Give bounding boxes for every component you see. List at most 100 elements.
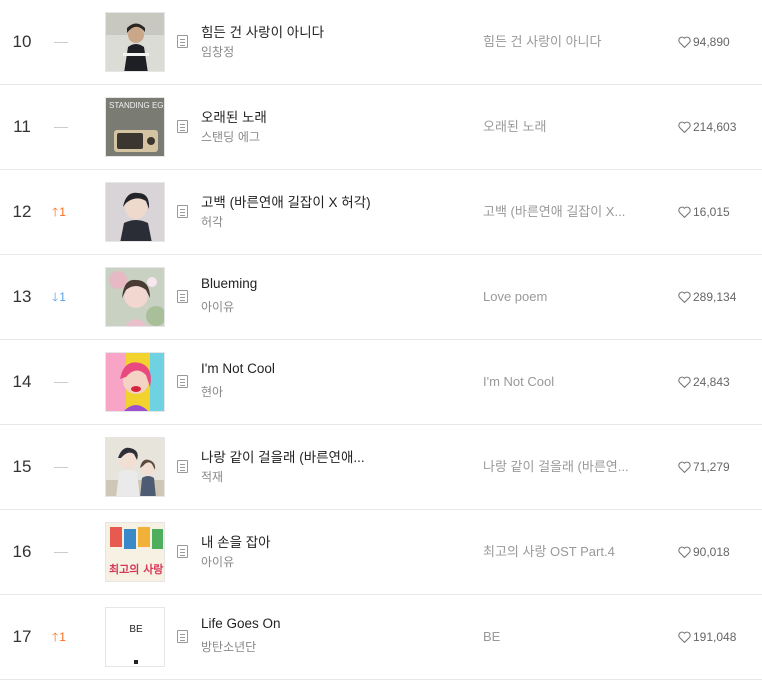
lyrics-icon[interactable] <box>177 545 188 558</box>
lyrics-icon[interactable] <box>177 460 188 473</box>
rank-change-value: 1 <box>59 290 66 304</box>
chart-row[interactable]: 15 나랑 같이 걸을래 (바른연애... 적재 나랑 같이 걸을래 (바른연.… <box>0 425 762 510</box>
arrow-up-icon: 🡑 <box>52 630 59 644</box>
album-name[interactable]: 힘든 건 사랑이 아니다 <box>483 0 653 84</box>
chart-row[interactable]: 17 🡑1 BE Life Goes On 방탄소년단 BE 191,048 <box>0 595 762 680</box>
rank-change <box>52 0 68 84</box>
artist-name[interactable]: 허각 <box>201 213 223 230</box>
rank-change: 🡓1 <box>52 255 66 339</box>
rank-number: 10 <box>12 32 32 51</box>
rank-change <box>52 340 68 424</box>
artist-name[interactable]: 임창정 <box>201 43 234 60</box>
no-change-dash-icon <box>54 382 68 384</box>
album-cover-webtoon-boy[interactable] <box>105 182 165 242</box>
artist-name[interactable]: 아이유 <box>201 553 234 570</box>
like-count-value: 289,134 <box>693 290 737 304</box>
cover-text: 최고의 사랑 <box>109 562 163 576</box>
album-name[interactable]: I'm Not Cool <box>483 340 653 424</box>
rank-number: 13 <box>12 287 32 306</box>
heart-icon <box>678 206 691 219</box>
chart-row[interactable]: 10 힘든 건 사랑이 아니다 임창정 힘든 건 사랑이 아니다 94,890 <box>0 0 762 85</box>
no-change-dash-icon <box>54 42 68 44</box>
no-change-dash-icon <box>54 127 68 129</box>
heart-icon <box>678 631 691 644</box>
album-cover-best-love[interactable]: 최고의 사랑 <box>105 522 165 582</box>
heart-icon <box>678 461 691 474</box>
lyrics-icon[interactable] <box>177 375 188 388</box>
song-title[interactable]: 나랑 같이 걸을래 (바른연애... <box>201 446 391 466</box>
no-change-dash-icon <box>54 552 68 554</box>
album-name[interactable]: BE <box>483 595 653 679</box>
album-name[interactable]: 최고의 사랑 OST Part.4 <box>483 510 653 594</box>
lyrics-icon[interactable] <box>177 120 188 133</box>
like-count-value: 24,843 <box>693 375 730 389</box>
heart-icon <box>678 376 691 389</box>
like-count-value: 90,018 <box>693 545 730 559</box>
chart-row[interactable]: 14 I'm Not Cool 현아 I'm Not Cool 24,843 <box>0 340 762 425</box>
cover-text: BE <box>129 624 143 635</box>
lyrics-icon[interactable] <box>177 290 188 303</box>
heart-icon <box>678 546 691 559</box>
lyrics-icon[interactable] <box>177 205 188 218</box>
artist-name[interactable]: 방탄소년단 <box>201 638 256 655</box>
like-count[interactable]: 289,134 <box>678 255 736 339</box>
song-title[interactable]: 고백 (바른연애 길잡이 X 허각) <box>201 191 391 211</box>
song-title[interactable]: Life Goes On <box>201 616 391 631</box>
rank-number: 12 <box>12 202 32 221</box>
album-cover-standing-egg[interactable]: STANDING EGG <box>105 97 165 157</box>
album-cover-imchangjung[interactable] <box>105 12 165 72</box>
lyrics-icon[interactable] <box>177 35 188 48</box>
chart-row[interactable]: 11 STANDING EGG 오래된 노래 스탠딩 에그 오래된 노래 214… <box>0 85 762 170</box>
like-count-value: 16,015 <box>693 205 730 219</box>
like-count-value: 71,279 <box>693 460 730 474</box>
like-count[interactable]: 16,015 <box>678 170 730 254</box>
rank-change <box>52 425 68 509</box>
album-name[interactable]: Love poem <box>483 255 653 339</box>
rank-change-value: 1 <box>59 630 66 644</box>
no-change-dash-icon <box>54 467 68 469</box>
lyrics-icon[interactable] <box>177 630 188 643</box>
rank-number: 17 <box>12 627 32 646</box>
arrow-up-icon: 🡑 <box>52 205 59 219</box>
like-count-value: 191,048 <box>693 630 737 644</box>
album-cover-bts-be[interactable]: BE <box>105 607 165 667</box>
artist-name[interactable]: 적재 <box>201 468 223 485</box>
rank-number: 16 <box>12 542 32 561</box>
album-cover-hyuna[interactable] <box>105 352 165 412</box>
chart-list: 10 힘든 건 사랑이 아니다 임창정 힘든 건 사랑이 아니다 94,890 … <box>0 0 762 680</box>
album-name[interactable]: 오래된 노래 <box>483 85 653 169</box>
rank-change <box>52 510 68 594</box>
heart-icon <box>678 291 691 304</box>
song-title[interactable]: 힘든 건 사랑이 아니다 <box>201 21 391 41</box>
album-name[interactable]: 나랑 같이 걸을래 (바른연... <box>483 425 653 509</box>
like-count-value: 94,890 <box>693 35 730 49</box>
chart-row[interactable]: 12 🡑1 고백 (바른연애 길잡이 X 허각) 허각 고백 (바른연애 길잡이… <box>0 170 762 255</box>
like-count[interactable]: 24,843 <box>678 340 730 424</box>
rank-change-value: 1 <box>59 205 66 219</box>
song-title[interactable]: 오래된 노래 <box>201 106 391 126</box>
heart-icon <box>678 36 691 49</box>
rank-number: 14 <box>12 372 32 391</box>
rank-change <box>52 85 68 169</box>
album-cover-iu-lovepoem[interactable] <box>105 267 165 327</box>
like-count-value: 214,603 <box>693 120 737 134</box>
like-count[interactable]: 71,279 <box>678 425 730 509</box>
rank-change: 🡑1 <box>52 170 66 254</box>
rank-number: 11 <box>13 117 31 136</box>
song-title[interactable]: 내 손을 잡아 <box>201 531 391 551</box>
like-count[interactable]: 94,890 <box>678 0 730 84</box>
artist-name[interactable]: 아이유 <box>201 298 234 315</box>
song-title[interactable]: I'm Not Cool <box>201 361 391 376</box>
like-count[interactable]: 90,018 <box>678 510 730 594</box>
arrow-down-icon: 🡓 <box>52 290 59 304</box>
artist-name[interactable]: 현아 <box>201 383 223 400</box>
heart-icon <box>678 121 691 134</box>
artist-name[interactable]: 스탠딩 에그 <box>201 128 260 145</box>
album-cover-webtoon-couple[interactable] <box>105 437 165 497</box>
like-count[interactable]: 191,048 <box>678 595 736 679</box>
like-count[interactable]: 214,603 <box>678 85 736 169</box>
chart-row[interactable]: 13 🡓1 Blueming 아이유 Love poem 289,134 <box>0 255 762 340</box>
song-title[interactable]: Blueming <box>201 276 391 291</box>
chart-row[interactable]: 16 최고의 사랑 내 손을 잡아 아이유 최고의 사랑 OST Part.4 … <box>0 510 762 595</box>
album-name[interactable]: 고백 (바른연애 길잡이 X... <box>483 170 653 254</box>
